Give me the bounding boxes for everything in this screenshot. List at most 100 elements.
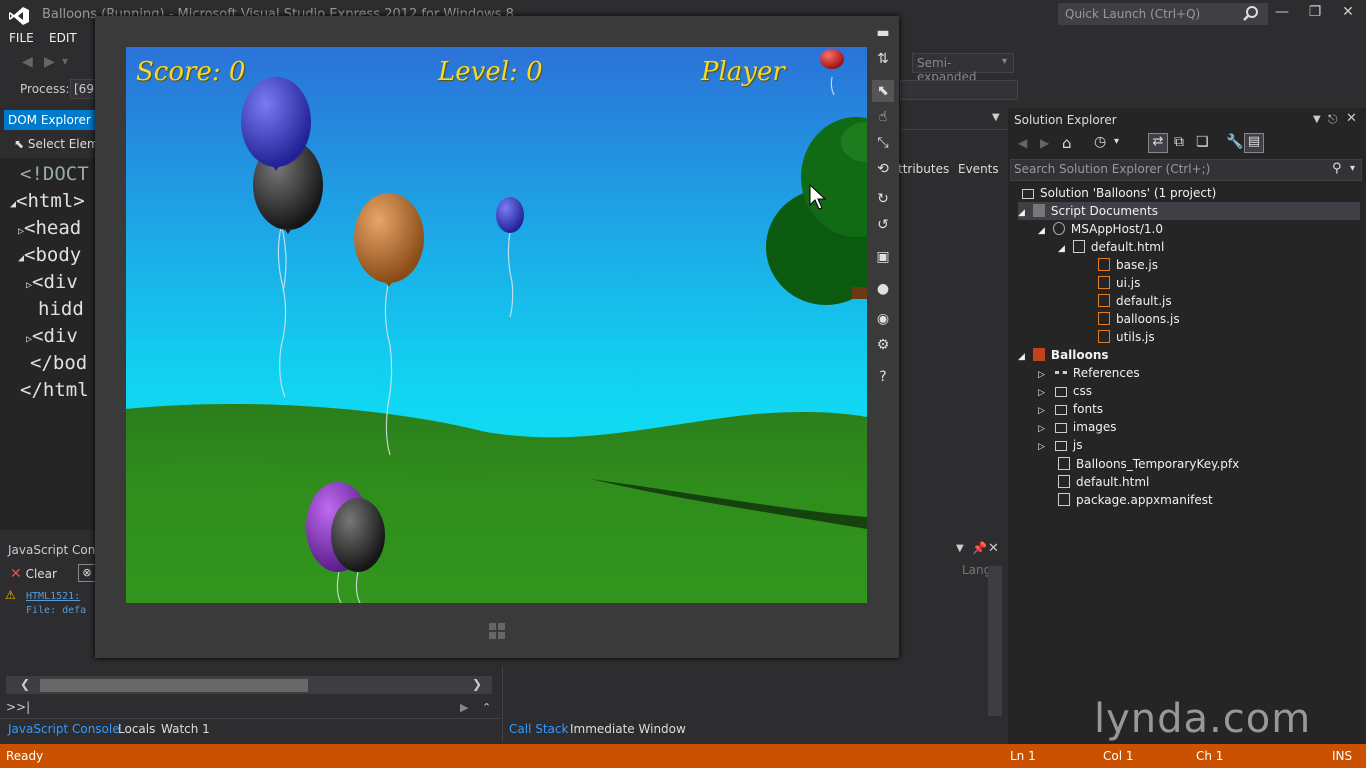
tree-item-default-html-root[interactable]: default.html (1058, 473, 1149, 491)
pinch-zoom-icon[interactable]: ⤡ (872, 132, 894, 154)
dom-node[interactable]: ◢<body (18, 244, 81, 266)
tree-item-balloons-js[interactable]: balloons.js (1098, 310, 1180, 328)
tab-call-stack[interactable]: Call Stack (509, 722, 568, 736)
forward-icon[interactable]: ▶ (1040, 136, 1049, 150)
tree-item-base-js[interactable]: base.js (1098, 256, 1158, 274)
windows-logo-icon[interactable] (488, 622, 506, 640)
home-icon[interactable]: ⌂ (1062, 134, 1072, 152)
lynda-watermark: lynda.com (1094, 696, 1312, 742)
game-canvas[interactable]: Score: 0 Level: 0 Player (126, 47, 867, 603)
tree-item-references[interactable]: ▷ References (1038, 364, 1140, 382)
scroll-left-icon[interactable]: ❮ (20, 677, 30, 691)
rotate-counterclockwise-icon[interactable]: ↺ (872, 214, 894, 236)
resolution-icon[interactable]: ▣ (872, 246, 894, 268)
minimize-icon[interactable]: ▬ (872, 22, 894, 44)
tree-item-solution[interactable]: Solution 'Balloons' (1 project) (1022, 184, 1216, 202)
tree-item-utils-js[interactable]: utils.js (1098, 328, 1155, 346)
restore-button[interactable]: ❐ (1303, 4, 1327, 24)
rotation-touch-icon[interactable]: ⟲ (872, 158, 894, 180)
tab-javascript-console[interactable]: JavaScript Console (8, 722, 120, 736)
process-select[interactable]: [69 (70, 79, 98, 99)
expand-icon[interactable]: ⌃ (482, 701, 491, 714)
menu-edit[interactable]: EDIT (49, 31, 77, 45)
dom-node[interactable]: <!DOCT (20, 163, 89, 185)
preview-icon[interactable]: ▤ (1244, 133, 1264, 153)
tree-item-default-js[interactable]: default.js (1098, 292, 1172, 310)
tree-item-balloons-project[interactable]: ◢ Balloons (1018, 346, 1109, 364)
scroll-right-icon[interactable]: ❯ (472, 677, 482, 691)
dom-node[interactable]: ▷<head (18, 217, 81, 239)
tab-events[interactable]: Events (958, 162, 999, 176)
tree-item-script-documents[interactable]: ◢ Script Documents (1018, 202, 1360, 220)
status-bar: Ready Ln 1 Col 1 Ch 1 INS (0, 744, 1366, 768)
sync-icon[interactable]: ⇄ (1148, 133, 1168, 153)
minimize-button[interactable]: — (1270, 4, 1294, 24)
vertical-scrollbar[interactable] (988, 566, 1002, 716)
tree-item-js[interactable]: ▷ js (1038, 436, 1083, 454)
js-file-icon (1098, 294, 1110, 307)
run-icon[interactable]: ▶ (460, 701, 468, 714)
dropdown-arrow-icon[interactable]: ▾ (62, 54, 68, 68)
tree-item-fonts[interactable]: ▷ fonts (1038, 400, 1103, 418)
tree-item-package-manifest[interactable]: package.appxmanifest (1058, 491, 1213, 509)
chevron-down-icon[interactable]: ▾ (1350, 163, 1355, 174)
filter-errors-icon[interactable]: ⊗ (78, 564, 96, 582)
chevron-down-icon[interactable]: ▾ (1114, 136, 1119, 147)
clear-icon: ✕ (10, 566, 22, 582)
js-file-icon (1098, 276, 1110, 289)
collapse-all-icon[interactable]: ⧉ (1174, 134, 1184, 150)
search-icon[interactable]: ⚲ (1332, 161, 1342, 176)
chevron-down-icon[interactable]: ▼ (956, 543, 964, 554)
tree-item-temporary-key[interactable]: Balloons_TemporaryKey.pfx (1058, 455, 1239, 473)
properties-icon[interactable]: 🔧 (1226, 134, 1243, 150)
camera-icon[interactable]: ◉ (872, 308, 894, 330)
close-icon[interactable]: ✕ (1346, 111, 1357, 126)
dom-node[interactable]: hidd (38, 298, 84, 320)
warning-code[interactable]: HTML1521: (26, 591, 80, 602)
chevron-down-icon[interactable]: ▼ (992, 112, 1000, 123)
select-element-button[interactable]: ⬉ Select Eleme (14, 137, 106, 151)
close-button[interactable]: ✕ (1336, 4, 1360, 24)
dom-node[interactable]: </html (20, 379, 89, 401)
globe-icon (1052, 222, 1065, 235)
back-icon[interactable]: ◀ (22, 54, 33, 70)
toolbar-select[interactable] (900, 80, 1018, 100)
tree-item-default-html[interactable]: ◢ default.html (1058, 238, 1164, 256)
tab-watch-1[interactable]: Watch 1 (161, 722, 210, 736)
touch-mode-icon[interactable]: ☝ (872, 106, 894, 128)
chevron-down-icon[interactable]: ▼ (1313, 114, 1321, 125)
pin-icon[interactable]: 📌 (972, 541, 987, 555)
forward-icon[interactable]: ▶ (44, 54, 55, 70)
tab-locals[interactable]: Locals (118, 722, 155, 736)
location-icon[interactable]: ● (872, 278, 894, 300)
chevron-down-icon[interactable]: ▾ (1002, 56, 1007, 67)
search-icon[interactable] (1242, 5, 1260, 23)
help-icon[interactable]: ? (872, 366, 894, 388)
close-icon[interactable]: ✕ (988, 541, 999, 556)
show-all-files-icon[interactable]: ❏ (1196, 134, 1209, 150)
clear-button[interactable]: ✕ Clear (10, 566, 57, 582)
tab-immediate-window[interactable]: Immediate Window (570, 722, 686, 736)
history-icon[interactable]: ◷ (1094, 134, 1106, 150)
pin-icon[interactable]: ⇅ (872, 48, 894, 70)
tab-dom-explorer[interactable]: DOM Explorer (4, 110, 97, 130)
pin-icon[interactable]: ⎋ (1328, 112, 1338, 127)
mouse-mode-icon[interactable]: ⬉ (872, 80, 894, 102)
tree-item-msapphost[interactable]: ◢ MSAppHost/1.0 (1038, 220, 1163, 238)
view-mode-select[interactable]: Semi-expanded (912, 53, 1014, 84)
dom-node[interactable]: ▷<div (26, 325, 78, 347)
dom-node[interactable]: ▷<div (26, 271, 78, 293)
settings-icon[interactable]: ⚙ (872, 334, 894, 356)
dom-node[interactable]: ◢<html> (10, 190, 85, 212)
console-input[interactable]: >>| (6, 700, 30, 714)
scrollbar-thumb[interactable] (40, 679, 308, 692)
tree-item-ui-js[interactable]: ui.js (1098, 274, 1140, 292)
tree-item-images[interactable]: ▷ images (1038, 418, 1117, 436)
menu-file[interactable]: FILE (9, 31, 34, 45)
rotate-clockwise-icon[interactable]: ↻ (872, 188, 894, 210)
tree-item-css[interactable]: ▷ css (1038, 382, 1092, 400)
back-icon[interactable]: ◀ (1018, 136, 1027, 150)
tab-attributes[interactable]: ttributes (898, 162, 949, 176)
dom-node[interactable]: </bod (30, 352, 87, 374)
quick-launch-input[interactable]: Quick Launch (Ctrl+Q) (1058, 3, 1268, 25)
